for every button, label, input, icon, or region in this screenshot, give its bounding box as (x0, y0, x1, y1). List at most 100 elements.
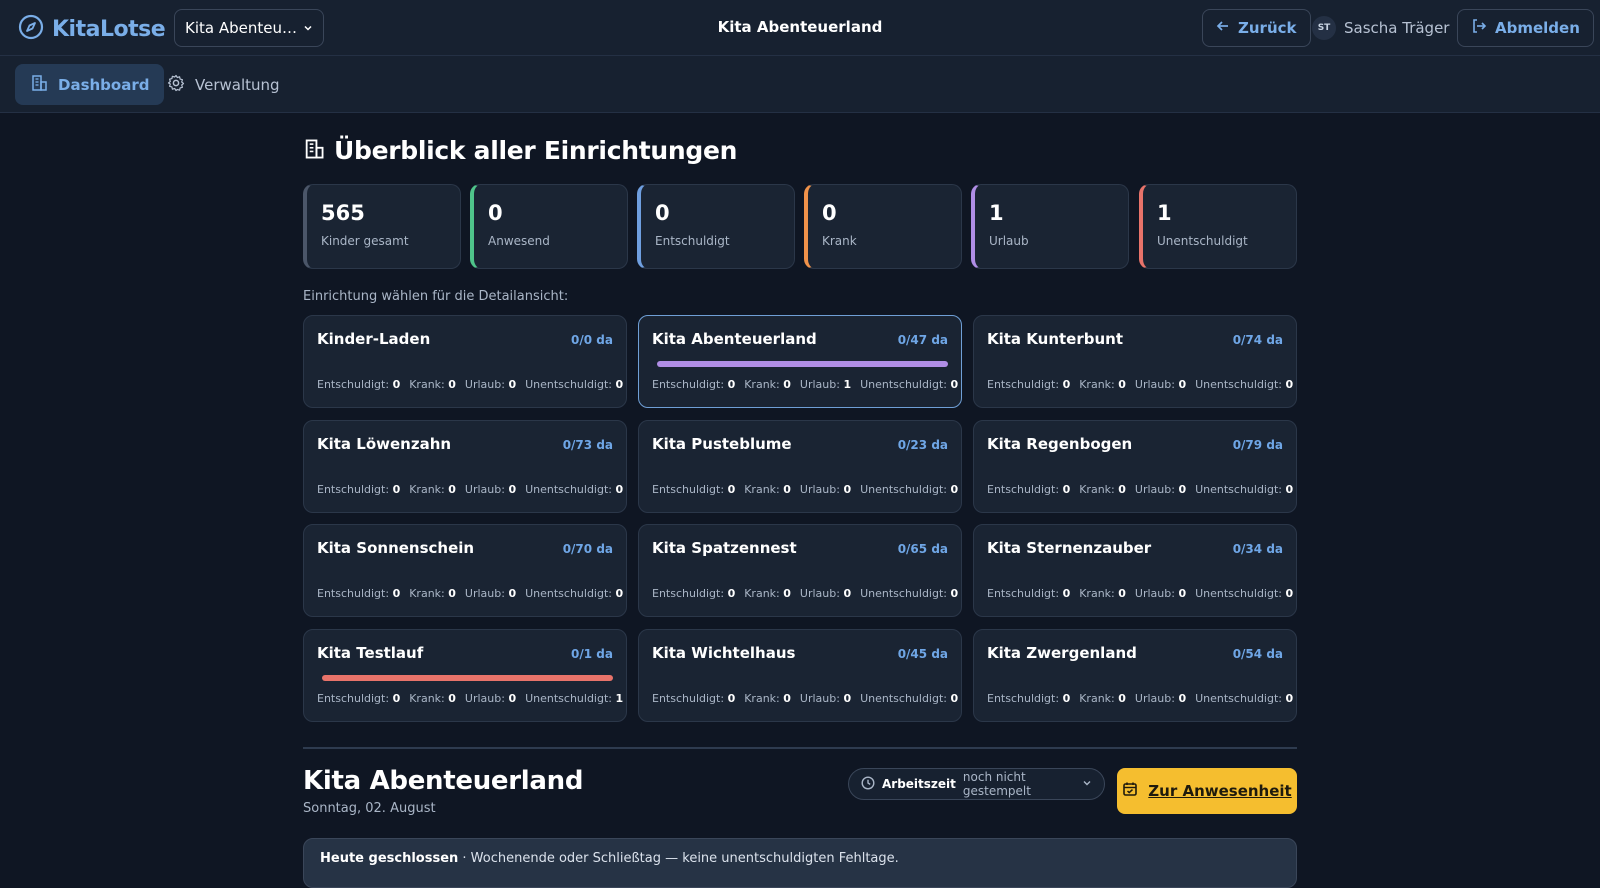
detail-label-urlaub: Urlaub: (464, 378, 505, 391)
facility-name: Kita Sternenzauber (987, 539, 1152, 557)
detail-value-urlaub: 0 (508, 587, 517, 600)
facility-card[interactable]: Kita Zwergenland 0/54 da Entschuldigt: 0 Kr… (973, 629, 1297, 722)
facility-attendance-count: 0/79 da (1232, 438, 1283, 452)
chevron-down-icon (1082, 777, 1092, 791)
facility-card[interactable]: Kita Pusteblume 0/23 da Entschuldigt: 0 Kra… (638, 420, 962, 513)
detail-label-krank: Krank: (409, 483, 445, 496)
detail-label-krank: Krank: (744, 692, 780, 705)
detail-value-krank: 0 (783, 692, 791, 705)
nav-item-dashboard[interactable]: Dashboard (15, 64, 165, 105)
detail-label-urlaub: Urlaub: (464, 587, 505, 600)
detail-label-unentschuldigt: Unentschuldigt: (1195, 692, 1282, 705)
detail-label-entschuldigt: Entschuldigt: (652, 378, 725, 391)
facility-card[interactable]: Kita Sonnenschein 0/70 da Entschuldigt: 0K… (303, 524, 627, 617)
detail-value-unentschuldigt: 0 (1285, 587, 1294, 600)
facility-card[interactable]: Kita Spatzennest 0/65 da Entschuldigt: 0 Kr… (638, 524, 962, 617)
detail-value-unentschuldigt: 0 (1285, 483, 1294, 496)
detail-label-entschuldigt: Entschuldigt: (987, 587, 1060, 600)
closed-notice: Heute geschlossen · Wochenende oder Schl… (303, 838, 1297, 888)
facility-card[interactable]: Kita Wichtelhaus 0/45 da Entschuldigt: 0 Kr… (638, 629, 962, 722)
detail-label-unentschuldigt: Unentschuldigt: (860, 587, 947, 600)
detail-value-urlaub: 0 (843, 587, 852, 600)
detail-label-krank: Krank: (744, 483, 780, 496)
detail-value-unentschuldigt: 0 (615, 378, 624, 391)
facility-card[interactable]: Kita Testlauf 0/1 da Entschuldigt: 0 Krank:… (303, 629, 627, 722)
kita-selector[interactable]: Kita Abenteuerl... (174, 9, 324, 47)
facility-card[interactable]: Kinder-Laden 0/0 da Entschuldigt: 0 Krank: … (303, 315, 627, 408)
detail-label-urlaub: Urlaub: (799, 378, 840, 391)
detail-label-urlaub: Urlaub: (464, 692, 505, 705)
facility-details: Entschuldigt: 0 Krank: 0 Urlaub: 0 Unentsch… (987, 483, 1293, 496)
facility-name: Kinder-Laden (317, 330, 431, 348)
stat-label: Kinder gesamt (321, 234, 409, 248)
facility-details: Entschuldigt: 0 Krank: 0 Urlaub: 0 Unentsch… (317, 692, 623, 705)
stat-entschuldigt: 0 Entschuldigt (637, 184, 795, 269)
detail-label-unentschuldigt: Unentschuldigt: (525, 378, 612, 391)
stat-urlaub: 1 Urlaub (971, 184, 1129, 269)
detail-value-krank: 0 (448, 378, 456, 391)
detail-label-krank: Krank: (409, 587, 445, 600)
nav-item-verwaltung[interactable]: Verwaltung (152, 64, 295, 105)
stat-value: 0 (488, 201, 503, 225)
facility-details: Entschuldigt: 0 Krank: 0 Urlaub: 0 Unentsch… (652, 483, 958, 496)
facility-details: Entschuldigt: 0 Krank: 0 Urlaub: 0 Unentsch… (652, 587, 958, 600)
detail-value-urlaub: 0 (843, 483, 852, 496)
facility-attendance-count: 0/73 da (562, 438, 613, 452)
detail-label-unentschuldigt: Unentschuldigt: (860, 378, 947, 391)
detail-label-unentschuldigt: Unentschuldigt: (860, 692, 947, 705)
stat-kinder-gesamt: 565 Kinder gesamt (303, 184, 461, 269)
worktime-dropdown[interactable]: Arbeitszeit noch nicht gestempelt (848, 768, 1105, 800)
clock-icon (861, 775, 875, 793)
detail-value-krank: 0 (448, 587, 456, 600)
detail-value-urlaub: 0 (508, 483, 517, 496)
detail-value-unentschuldigt: 0 (950, 483, 959, 496)
back-button[interactable]: Zurück (1202, 9, 1311, 47)
detail-label-krank: Krank: (1079, 587, 1115, 600)
detail-value-urlaub: 0 (508, 692, 517, 705)
facility-card[interactable]: Kita Löwenzahn 0/73 da Entschuldigt: 0 Kran… (303, 420, 627, 513)
detail-value-unentschuldigt: 0 (615, 483, 624, 496)
facility-details: Entschuldigt: 0 Krank: 0 Urlaub: 0 Unentsch… (987, 378, 1293, 391)
detail-label-krank: Krank: (744, 587, 780, 600)
detail-label-krank: Krank: (1079, 692, 1115, 705)
detail-date: Sonntag, 02. August (303, 801, 436, 816)
detail-label-entschuldigt: Entschuldigt: (317, 378, 390, 391)
nav-item-label: Verwaltung (195, 75, 280, 94)
section-divider (303, 747, 1297, 749)
notice-title: Heute geschlossen (320, 851, 459, 866)
facility-details: Entschuldigt: 0 Krank: 0 Urlaub: 0 Unentsch… (652, 692, 958, 705)
detail-value-urlaub: 0 (1178, 483, 1187, 496)
worktime-label: Arbeitszeit (882, 777, 956, 791)
detail-value-entschuldigt: 0 (1062, 587, 1071, 600)
detail-label-urlaub: Urlaub: (799, 692, 840, 705)
detail-value-entschuldigt: 0 (727, 692, 736, 705)
page-title: Überblick aller Einrichtungen (303, 136, 737, 165)
facility-details: Entschuldigt: 0 Krank: 0 Urlaub: 0 Unentsch… (987, 587, 1293, 600)
detail-value-entschuldigt: 0 (392, 692, 401, 705)
facility-name: Kita Sonnenschein (317, 539, 475, 557)
avatar: ST (1312, 16, 1336, 40)
facility-status-bar (657, 361, 948, 367)
stat-value: 1 (989, 201, 1004, 225)
facility-card[interactable]: Kita Abenteuerland 0/47 da Entschuldigt: 0… (638, 315, 962, 408)
detail-label-urlaub: Urlaub: (799, 587, 840, 600)
brand[interactable]: KitaLotse (18, 14, 166, 44)
detail-label-entschuldigt: Entschuldigt: (987, 692, 1060, 705)
detail-label-krank: Krank: (1079, 378, 1115, 391)
detail-value-krank: 0 (1118, 378, 1126, 391)
detail-value-entschuldigt: 0 (392, 378, 401, 391)
detail-value-urlaub: 0 (1178, 692, 1187, 705)
attendance-button[interactable]: Zur Anwesenheit (1117, 768, 1297, 814)
detail-label-entschuldigt: Entschuldigt: (652, 483, 725, 496)
detail-label-krank: Krank: (744, 378, 780, 391)
detail-value-entschuldigt: 0 (1062, 483, 1071, 496)
facility-card[interactable]: Kita Sternenzauber 0/34 da Entschuldigt: 0… (973, 524, 1297, 617)
logout-button[interactable]: Abmelden (1457, 9, 1594, 47)
facility-card[interactable]: Kita Kunterbunt 0/74 da Entschuldigt: 0 Kra… (973, 315, 1297, 408)
user-info: ST Sascha Träger (1312, 16, 1449, 40)
top-bar: KitaLotse Kita Abenteuerl... Kita Abente… (0, 0, 1600, 56)
detail-label-urlaub: Urlaub: (1134, 587, 1175, 600)
facility-attendance-count: 0/65 da (897, 542, 948, 556)
building-icon (303, 138, 325, 164)
facility-card[interactable]: Kita Regenbogen 0/79 da Entschuldigt: 0 Kra… (973, 420, 1297, 513)
